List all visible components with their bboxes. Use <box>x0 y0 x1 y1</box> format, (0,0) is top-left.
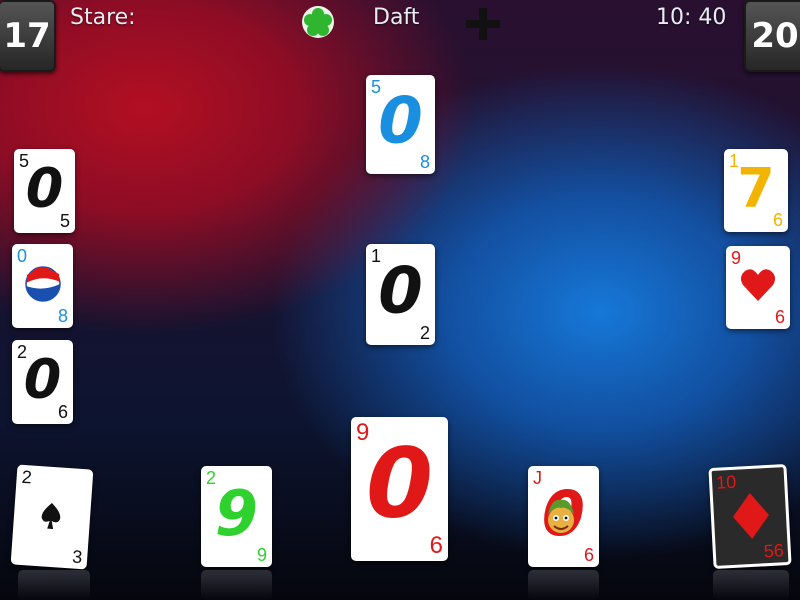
card-reflection <box>201 570 272 600</box>
spade-icon <box>41 502 61 530</box>
card-index-bottom: 6 <box>57 402 68 422</box>
card-center-symbol: 0 <box>378 253 423 328</box>
card-center-symbol: 9 <box>214 476 259 550</box>
card-index-bottom: 8 <box>419 152 430 172</box>
card-center-symbol: 0 <box>378 83 423 158</box>
card-index-bottom: 5 <box>59 211 70 231</box>
card-index-top: 2 <box>21 466 33 488</box>
card-index-top: 0 <box>17 246 28 266</box>
card-index-bottom: 3 <box>71 546 83 568</box>
left-score-value: 17 <box>3 16 51 56</box>
card-center-symbol: 0 <box>366 427 433 540</box>
card-center-symbol: 0 <box>25 156 64 220</box>
status-label: Stare: <box>70 5 136 30</box>
card-left-2[interactable]: 0 8 <box>12 244 73 328</box>
right-score-value: 20 <box>751 16 799 56</box>
card-index-bottom: 6 <box>583 545 594 565</box>
card-index-bottom: 6 <box>429 532 443 559</box>
card-right-1[interactable]: 1 7 6 <box>724 149 788 232</box>
card-left-1[interactable]: 5 0 5 <box>14 149 75 233</box>
card-index-bottom: 6 <box>774 307 785 327</box>
left-score-badge: 17 <box>0 0 56 72</box>
clock-text: 10: 40 <box>656 5 727 30</box>
player-name: Daft <box>373 5 420 30</box>
pepsi-logo-icon <box>25 266 61 302</box>
card-index-bottom: 56 <box>763 540 785 562</box>
card-left-3[interactable]: 2 0 6 <box>12 340 73 424</box>
card-reflection <box>18 570 90 600</box>
diamond-icon <box>732 492 769 539</box>
right-score-badge: 20 <box>744 0 800 72</box>
card-index-bottom: 8 <box>57 306 68 326</box>
card-reflection <box>713 570 789 600</box>
hand-card-2[interactable]: 2 9 9 <box>201 466 272 567</box>
card-index-bottom: 6 <box>772 210 783 230</box>
plus-icon[interactable] <box>466 8 500 40</box>
hand-card-3-selected[interactable]: 9 0 6 <box>351 417 448 561</box>
card-top-center[interactable]: 5 0 8 <box>366 75 435 174</box>
jester-face-icon <box>548 499 574 533</box>
hand-card-5[interactable]: 10 56 <box>708 464 792 569</box>
card-index-top: 9 <box>731 248 742 268</box>
card-center[interactable]: 1 0 2 <box>366 244 435 345</box>
hand-card-4[interactable]: J 0 6 <box>528 466 599 567</box>
card-index-bottom: 2 <box>419 323 430 343</box>
card-reflection <box>528 570 599 600</box>
card-center-symbol: 0 <box>23 347 62 411</box>
hand-card-1[interactable]: 2 3 <box>10 464 94 570</box>
card-right-2[interactable]: 9 6 <box>726 246 790 329</box>
green-flower-icon[interactable] <box>300 4 336 40</box>
heart-icon <box>740 269 776 301</box>
card-index-top: 10 <box>715 471 737 493</box>
card-index-bottom: 9 <box>256 545 267 565</box>
